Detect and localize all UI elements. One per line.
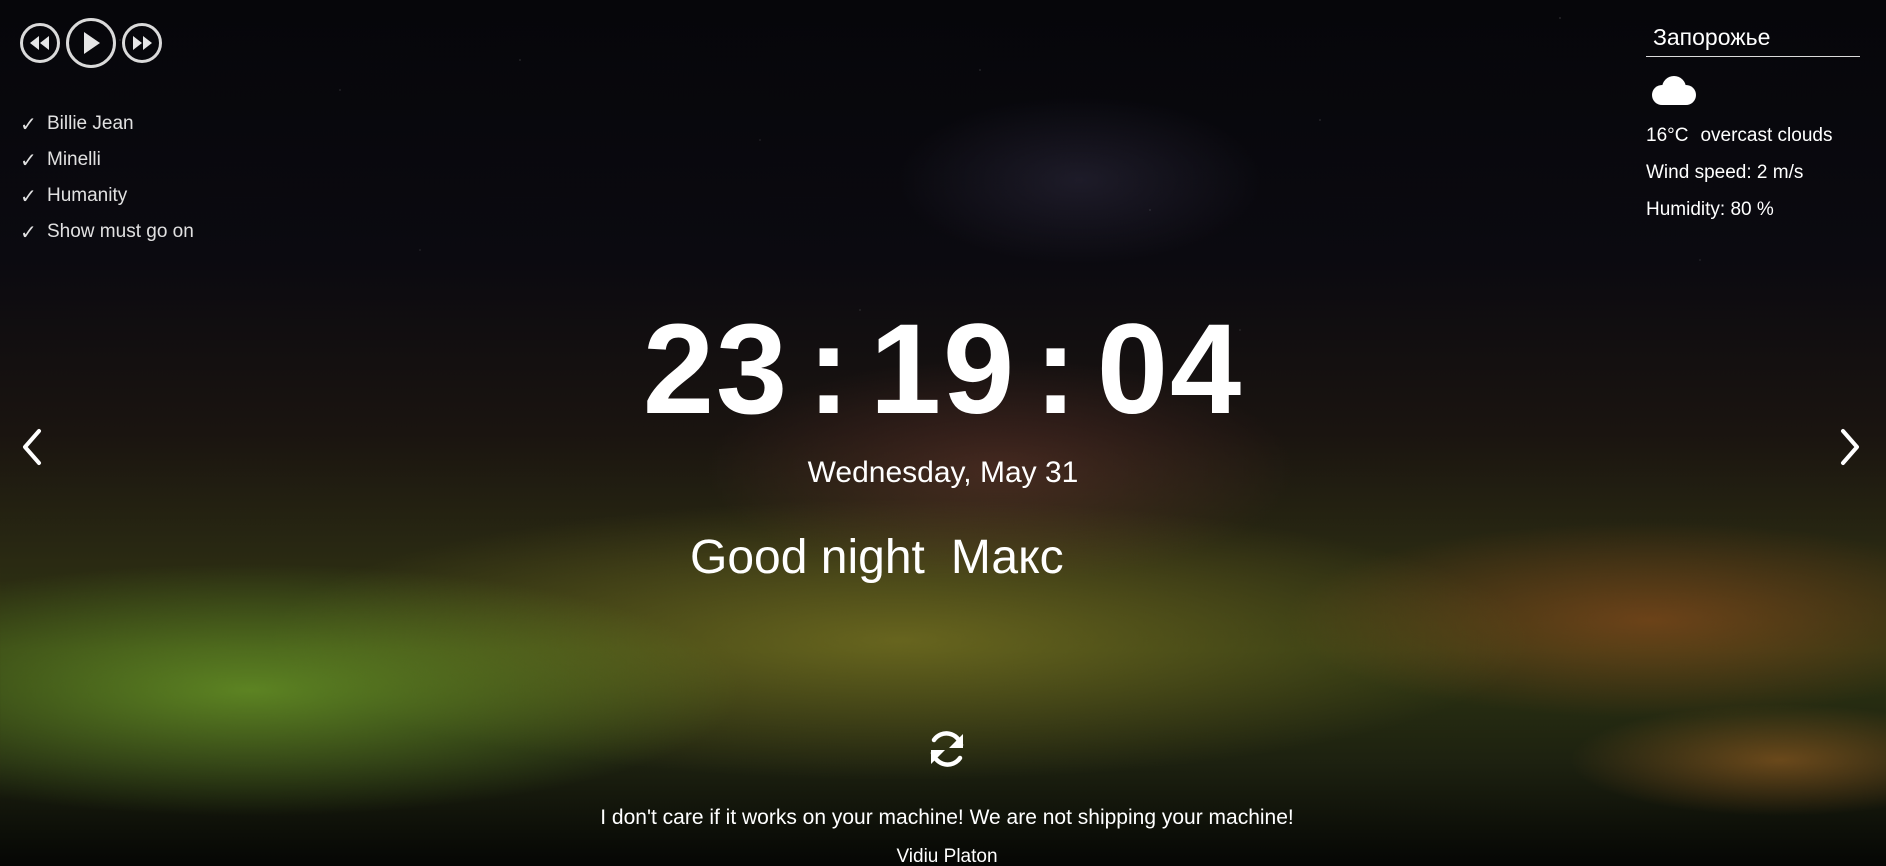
clock-separator: : — [1034, 298, 1079, 441]
playlist-item[interactable]: ✓ Minelli — [20, 142, 194, 178]
track-title: Humanity — [47, 185, 128, 206]
clock-separator: : — [807, 298, 852, 441]
weather-icon-container — [1648, 75, 1860, 117]
current-date: Wednesday, May 31 — [807, 456, 1079, 489]
track-title: Show must go on — [47, 221, 194, 242]
previous-track-button[interactable] — [20, 23, 60, 63]
weather-widget: Запорожье 16°C overcast clouds Wind speed… — [1646, 20, 1860, 228]
cloud-icon — [1652, 76, 1696, 105]
clock: 23:19:04 — [0, 300, 1886, 440]
play-button[interactable] — [66, 18, 116, 68]
greeting-text: Good night — [690, 531, 925, 584]
play-icon — [84, 32, 100, 54]
previous-background-button[interactable] — [20, 428, 44, 471]
rewind-icon — [30, 36, 49, 50]
clock-hours: 23 — [642, 298, 790, 441]
quote-text: I don't care if it works on your machine… — [600, 806, 1294, 829]
check-icon: ✓ — [20, 149, 37, 172]
track-title: Minelli — [47, 149, 101, 170]
temperature: 16°C — [1646, 125, 1689, 146]
user-name-input[interactable]: Макс — [951, 531, 1064, 584]
refresh-quote-button[interactable] — [926, 728, 968, 775]
check-icon: ✓ — [20, 221, 37, 244]
check-icon: ✓ — [20, 113, 37, 136]
clock-minutes: 19 — [869, 298, 1017, 441]
playlist: ✓ Billie Jean ✓ Minelli ✓ Humanity ✓ Sho… — [20, 106, 194, 250]
temperature-row: 16°C overcast clouds — [1646, 117, 1860, 154]
playlist-item[interactable]: ✓ Humanity — [20, 178, 194, 214]
next-track-button[interactable] — [122, 23, 162, 63]
chevron-left-icon — [23, 429, 41, 465]
humidity: Humidity: 80 % — [1646, 199, 1774, 220]
playlist-item[interactable]: ✓ Billie Jean — [20, 106, 194, 142]
refresh-icon — [930, 731, 964, 767]
quote-author: Vidiu Platon — [896, 846, 998, 866]
greeting: Good night Макс — [690, 530, 1064, 585]
wind-speed: Wind speed: 2 m/s — [1646, 162, 1804, 183]
chevron-right-icon — [1841, 429, 1859, 465]
city-input[interactable]: Запорожье — [1646, 20, 1860, 57]
audio-player — [20, 18, 162, 68]
playlist-item[interactable]: ✓ Show must go on — [20, 214, 194, 250]
check-icon: ✓ — [20, 185, 37, 208]
weather-description: overcast clouds — [1700, 125, 1833, 146]
clock-seconds: 04 — [1096, 298, 1244, 441]
fast-forward-icon — [133, 36, 152, 50]
next-background-button[interactable] — [1838, 428, 1862, 471]
track-title: Billie Jean — [47, 113, 134, 134]
